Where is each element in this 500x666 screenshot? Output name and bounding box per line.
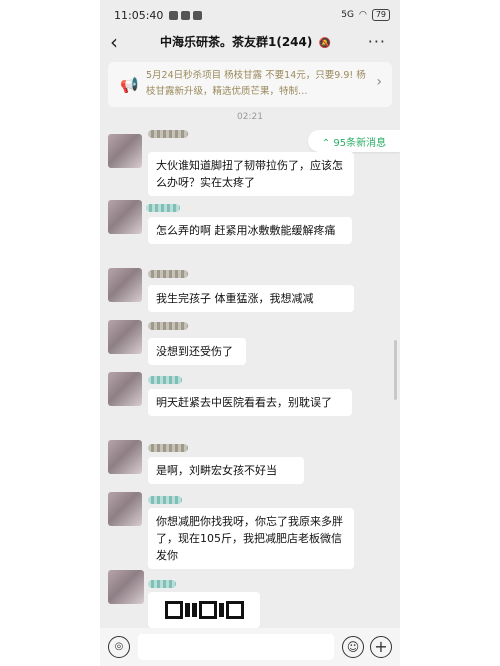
sender-name-blurred [148,130,188,138]
megaphone-icon: 📢 [120,76,139,94]
qr-module [184,603,190,617]
avatar[interactable] [108,570,144,604]
qr-module [191,603,197,617]
voice-input-icon[interactable]: ◎ [108,636,130,658]
wifi-icon: ◠ [358,10,367,20]
sender-name-blurred [148,322,188,330]
avatar[interactable] [108,372,142,406]
qr-finder-pattern [164,601,183,619]
qr-module [218,603,224,617]
avatar[interactable] [108,134,142,168]
group-announcement[interactable]: 📢 5月24日秒杀项目 杨枝甘露 不要14元，只要9.9! 杨枝甘露新升级，精选… [108,62,392,107]
sender-name-blurred [148,496,182,504]
avatar[interactable] [108,320,142,354]
new-messages-button[interactable]: ⌃ 95条新消息 [308,130,400,152]
system-icons: 5G ◠ 79 [341,9,390,21]
emoji-icon[interactable]: ☺ [342,636,364,658]
app-notification-icon [181,10,191,20]
avatar[interactable] [108,268,142,302]
back-button[interactable]: ‹ [110,30,118,54]
message-input[interactable] [138,634,334,660]
qr-finder-pattern [198,601,217,619]
qr-finder-pattern [225,601,244,619]
status-time: 11:05:40 [114,8,164,22]
chat-header: ‹ 中海乐研茶。茶友群1(244) 🔕 ··· [100,30,400,56]
avatar[interactable] [108,492,142,526]
app-notification-icon [169,10,179,20]
message-bubble[interactable]: 是啊，刘畊宏女孩不好当 [148,457,304,484]
sender-name-blurred [148,444,188,452]
sender-name-blurred [148,376,182,384]
notification-icons [169,10,203,20]
scrollbar[interactable] [394,340,397,400]
message-timestamp: 02:21 [237,112,263,122]
avatar[interactable] [108,440,142,474]
qr-code-image-message[interactable] [148,592,260,628]
app-notification-icon [193,10,203,20]
input-bar: ◎ ☺ + [100,628,400,666]
message-bubble[interactable]: 你想减肥你找我呀，你忘了我原来多胖了，现在105斤，我把减肥店老板微信发你 [148,508,354,569]
sender-name-blurred [146,204,180,212]
chat-title: 中海乐研茶。茶友群1(244) 🔕 [160,29,350,57]
status-bar: 11:05:40 5G ◠ 79 [100,0,400,30]
chevron-right-icon: › [376,74,382,90]
chat-screen: 11:05:40 5G ◠ 79 ‹ 中海乐研茶。茶友群1(244) 🔕 ···… [100,0,400,666]
battery-icon: 79 [371,9,390,21]
mute-icon: 🔕 [318,38,332,49]
more-options-button[interactable]: ··· [368,30,386,54]
plus-icon[interactable]: + [370,636,392,658]
sender-name-blurred [148,270,188,278]
sender-name-blurred [148,580,176,588]
message-bubble[interactable]: 大伙谁知道脚扭了韧带拉伤了，应该怎么办呀？实在太疼了 [148,152,354,196]
message-bubble[interactable]: 明天赶紧去中医院看看去，别耽误了 [148,389,352,416]
message-bubble[interactable]: 没想到还受伤了 [148,338,246,365]
message-bubble[interactable]: 我生完孩子 体重猛涨，我想减减 [148,285,354,312]
signal-icon: 5G [341,10,354,20]
announcement-text: 5月24日秒杀项目 杨枝甘露 不要14元，只要9.9! 杨枝甘露新升级，精选优质… [146,70,366,97]
message-bubble[interactable]: 怎么弄的啊 赶紧用冰敷敷能缓解疼痛 [148,217,352,244]
avatar[interactable] [108,200,142,234]
group-name: 中海乐研茶。茶友群1(244) [160,35,313,49]
